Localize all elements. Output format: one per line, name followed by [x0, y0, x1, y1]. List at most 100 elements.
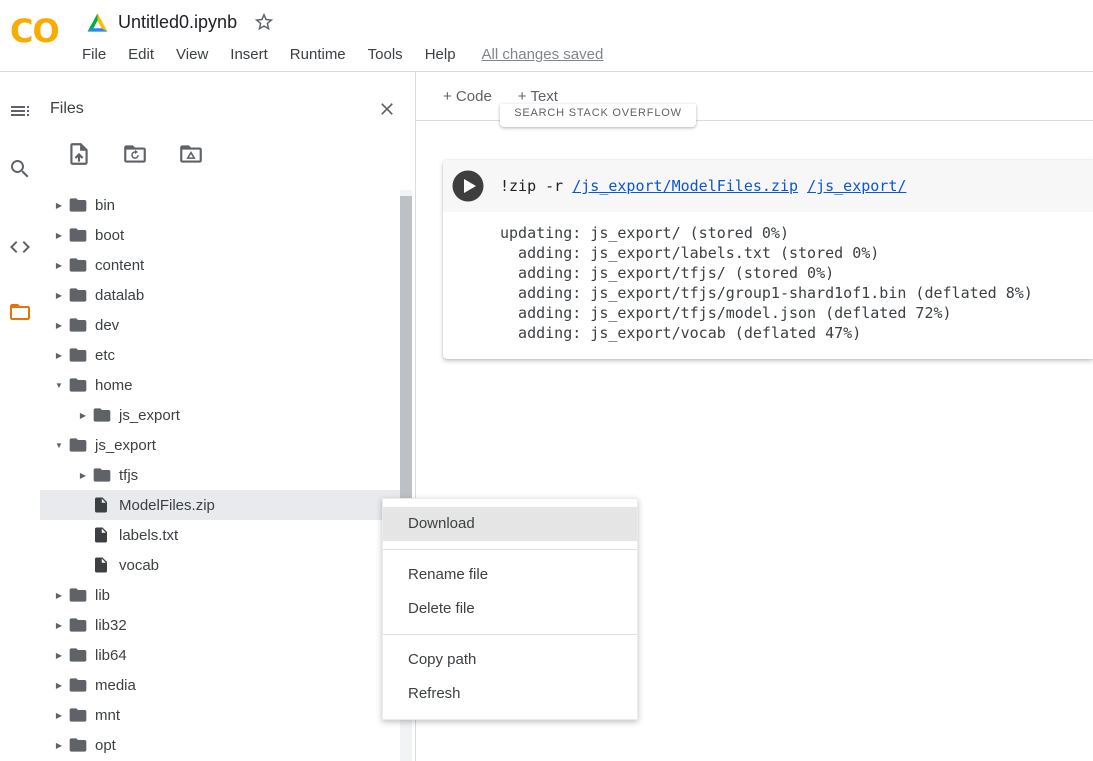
files-icon[interactable] [8, 300, 32, 324]
file-icon [92, 525, 112, 545]
chevron-collapsed-icon[interactable]: ▶ [74, 471, 92, 480]
google-drive-icon [86, 12, 109, 33]
folder-icon [68, 615, 88, 635]
star-icon[interactable] [253, 11, 275, 33]
tree-item-label: etc [95, 347, 115, 364]
tree-item-etc[interactable]: ▶ etc [40, 340, 400, 370]
chevron-collapsed-icon[interactable]: ▶ [74, 411, 92, 420]
code-editor[interactable]: !zip -r /js_export/ModelFiles.zip /js_ex… [443, 160, 1093, 212]
tree-item-mnt[interactable]: ▶ mnt [40, 700, 400, 730]
chevron-collapsed-icon[interactable]: ▶ [50, 741, 68, 750]
code-cell: !zip -r /js_export/ModelFiles.zip /js_ex… [443, 160, 1093, 359]
files-scrollbar-thumb[interactable] [400, 196, 412, 548]
tree-item-label: content [95, 257, 144, 274]
tree-item-modelfiles-zip[interactable]: ModelFiles.zip [40, 490, 400, 520]
tree-item-label: ModelFiles.zip [119, 497, 215, 514]
chevron-collapsed-icon[interactable]: ▶ [50, 591, 68, 600]
files-panel: Files ▶bin▶boot▶content▶datalab▶dev▶etc▼… [40, 72, 416, 761]
folder-icon [68, 705, 88, 725]
tree-item-content[interactable]: ▶ content [40, 250, 400, 280]
tree-item-label: bin [95, 197, 115, 214]
tree-item-media[interactable]: ▶media [40, 670, 400, 700]
cell-output: updating: js_export/ (stored 0%) adding:… [443, 212, 1093, 359]
tree-item-datalab[interactable]: ▶ datalab [40, 280, 400, 310]
tree-item-opt[interactable]: ▶opt [40, 730, 400, 760]
colab-app: CO Untitled0.ipynb FileEditViewInsertRun… [0, 0, 1093, 761]
chevron-collapsed-icon[interactable]: ▶ [50, 621, 68, 630]
chevron-expanded-icon[interactable]: ▼ [50, 441, 68, 450]
code-snippets-icon[interactable] [8, 235, 32, 259]
chevron-collapsed-icon[interactable]: ▶ [50, 231, 68, 240]
chevron-expanded-icon[interactable]: ▼ [50, 381, 68, 390]
menu-runtime[interactable]: Runtime [279, 46, 357, 63]
tree-item-label: js_export [119, 407, 180, 424]
chevron-collapsed-icon[interactable]: ▶ [50, 351, 68, 360]
context-menu-delete-file[interactable]: Delete file [383, 592, 637, 626]
code-text: !zip -r [500, 177, 572, 195]
chevron-collapsed-icon[interactable]: ▶ [50, 681, 68, 690]
context-menu-rename-file[interactable]: Rename file [383, 558, 637, 592]
tree-item-bin[interactable]: ▶ bin [40, 190, 400, 220]
run-cell-button[interactable] [452, 170, 484, 202]
folder-icon [68, 315, 88, 335]
tree-item-labels-txt[interactable]: labels.txt [40, 520, 400, 550]
left-icon-rail [0, 72, 40, 761]
tree-item-tfjs[interactable]: ▶tfjs [40, 460, 400, 490]
tree-item-vocab[interactable]: vocab [40, 550, 400, 580]
code-line[interactable]: !zip -r /js_export/ModelFiles.zip /js_ex… [500, 177, 906, 195]
search-stack-overflow-label: SEARCH STACK OVERFLOW [514, 104, 682, 127]
search-stack-overflow-button[interactable]: SEARCH STACK OVERFLOW [500, 104, 696, 127]
add-code-button[interactable]: + Code [443, 88, 492, 105]
menu-help[interactable]: Help [414, 46, 467, 63]
file-icon [92, 495, 112, 515]
code-path-link[interactable]: /js_export/ [807, 177, 906, 195]
chevron-collapsed-icon[interactable]: ▶ [50, 261, 68, 270]
context-menu-divider [383, 634, 637, 635]
tree-item-lib64[interactable]: ▶lib64 [40, 640, 400, 670]
chevron-collapsed-icon[interactable]: ▶ [50, 711, 68, 720]
tree-item-label: mnt [95, 707, 120, 724]
table-of-contents-icon[interactable] [8, 99, 32, 123]
context-menu-copy-path[interactable]: Copy path [383, 643, 637, 677]
tree-item-dev[interactable]: ▶dev [40, 310, 400, 340]
chevron-collapsed-icon[interactable]: ▶ [50, 651, 68, 660]
tree-item-label: lib32 [95, 617, 127, 634]
menu-tools[interactable]: Tools [357, 46, 414, 63]
tree-item-js-export[interactable]: ▼js_export [40, 430, 400, 460]
tree-item-lib32[interactable]: ▶ lib32 [40, 610, 400, 640]
output-line: adding: js_export/tfjs/ (stored 0%) [500, 263, 1085, 283]
upload-file-icon[interactable] [66, 141, 92, 167]
save-status[interactable]: All changes saved [482, 46, 604, 63]
refresh-folder-icon[interactable] [122, 141, 148, 167]
tree-item-js-export[interactable]: ▶ js_export [40, 400, 400, 430]
output-line: adding: js_export/vocab (deflated 47%) [500, 323, 1085, 343]
menu-insert[interactable]: Insert [219, 46, 279, 63]
tree-item-label: vocab [119, 557, 159, 574]
notebook-title[interactable]: Untitled0.ipynb [118, 12, 237, 33]
context-menu-refresh[interactable]: Refresh [383, 677, 637, 711]
tree-item-lib[interactable]: ▶ lib [40, 580, 400, 610]
tree-item-boot[interactable]: ▶boot [40, 220, 400, 250]
folder-icon [68, 255, 88, 275]
code-path-link[interactable]: /js_export/ModelFiles.zip [572, 177, 798, 195]
tree-item-home[interactable]: ▼home [40, 370, 400, 400]
chevron-collapsed-icon[interactable]: ▶ [50, 321, 68, 330]
context-menu-download[interactable]: Download [383, 507, 637, 541]
menu-file[interactable]: File [71, 46, 117, 63]
tree-item-label: datalab [95, 287, 144, 304]
search-icon[interactable] [8, 157, 32, 181]
output-line: adding: js_export/tfjs/group1-shard1of1.… [500, 283, 1085, 303]
menu-edit[interactable]: Edit [117, 46, 165, 63]
tree-item-label: lib [95, 587, 110, 604]
mount-drive-icon[interactable] [178, 141, 204, 167]
files-panel-title: Files [50, 100, 84, 118]
add-text-button[interactable]: + Text [518, 88, 558, 105]
chevron-collapsed-icon[interactable]: ▶ [50, 291, 68, 300]
chevron-collapsed-icon[interactable]: ▶ [50, 201, 68, 210]
close-icon[interactable] [377, 99, 397, 119]
menu-view[interactable]: View [165, 46, 219, 63]
colab-logo[interactable]: CO [10, 12, 59, 50]
file-icon [92, 555, 112, 575]
folder-icon [68, 285, 88, 305]
output-line: adding: js_export/tfjs/model.json (defla… [500, 303, 1085, 323]
